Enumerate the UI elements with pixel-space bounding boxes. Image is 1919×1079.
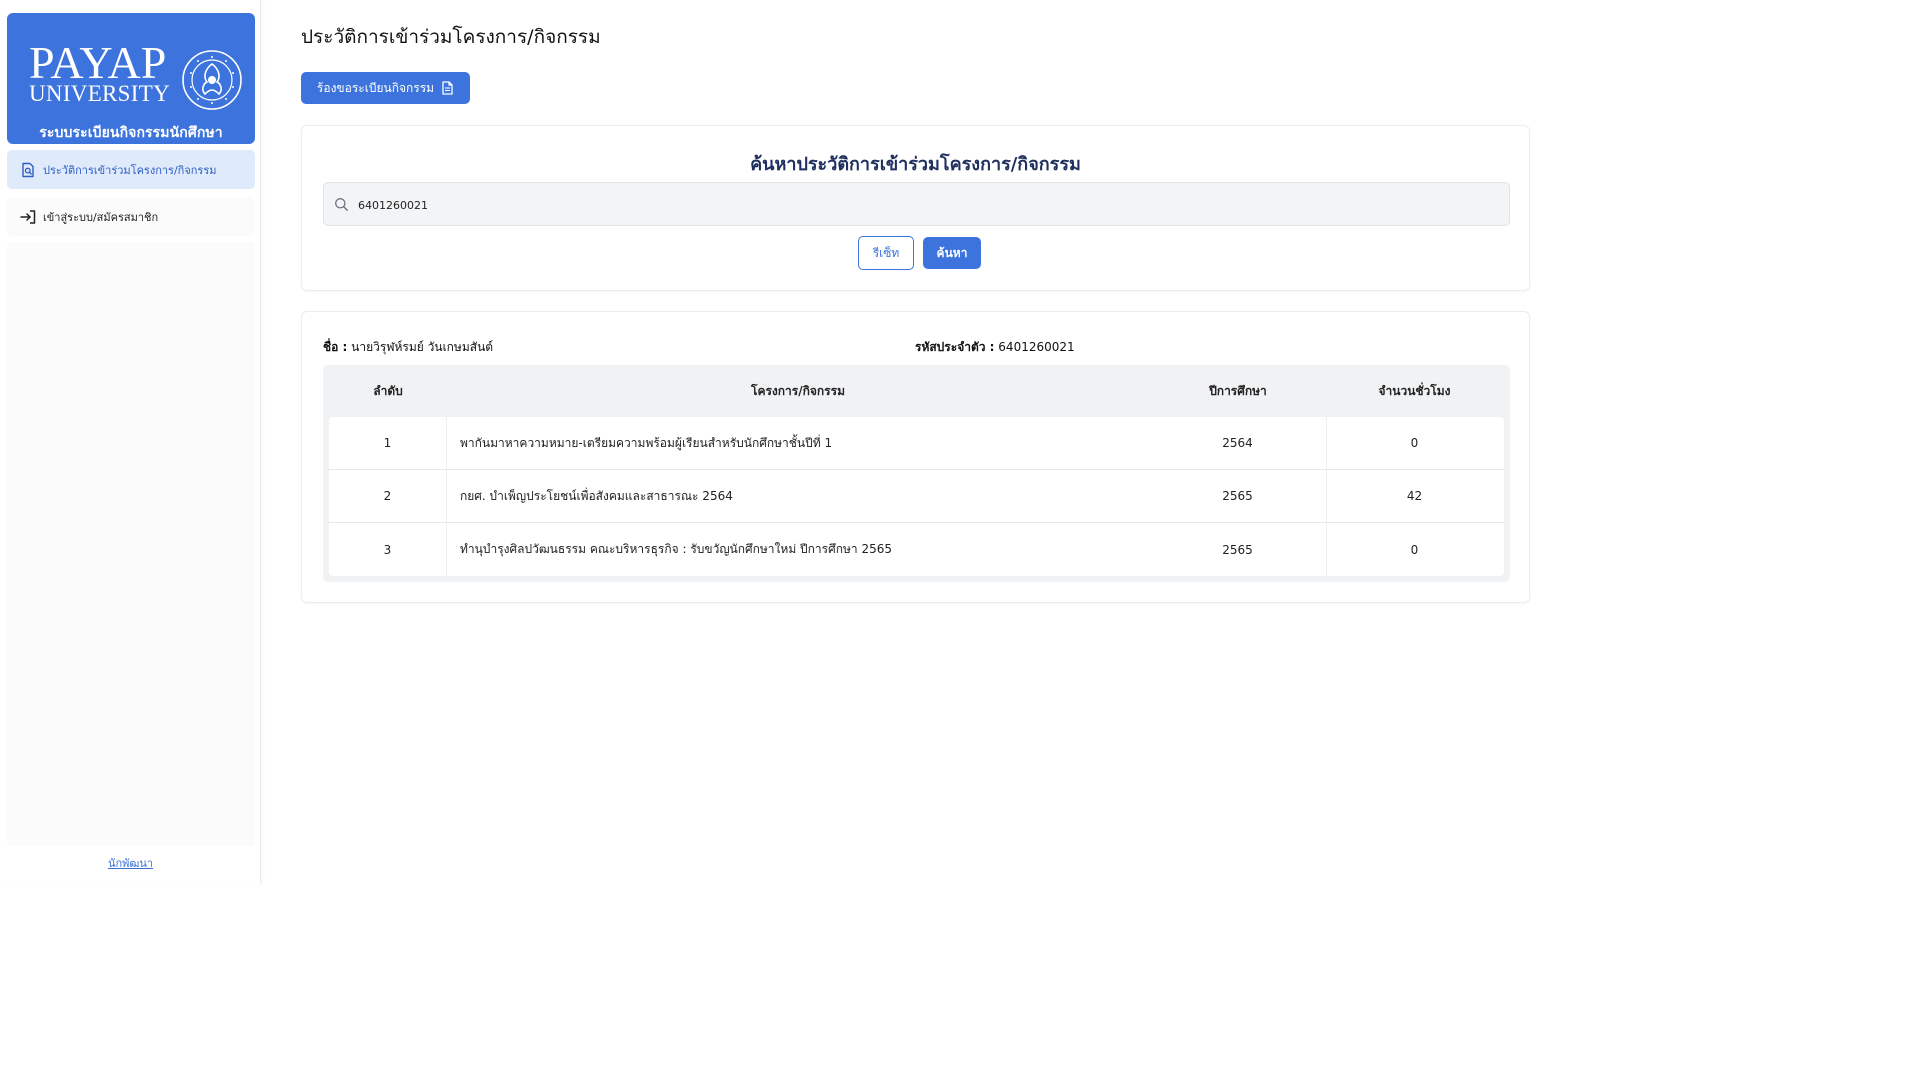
cell-hours: 42 — [1406, 489, 1423, 503]
student-id: รหัสประจำตัว : 6401260021 — [915, 338, 1075, 357]
sidebar: PAYAP UNIVERSITY ระบบระเบียนกิจกรรมนักศึ… — [0, 0, 261, 884]
page-title: ประวัติการเข้าร่วมโครงการ/กิจกรรม — [301, 26, 601, 48]
column-header-activity: โครงการ/กิจกรรม — [751, 383, 845, 398]
table-row: 1 พากันมาหาความหมาย-เตรียมความพร้อมผู้เร… — [329, 417, 1504, 470]
nav-item-label: เข้าสู่ระบบ/สมัครสมาชิก — [43, 210, 159, 224]
student-id-search-input[interactable] — [356, 191, 1496, 219]
table-row: 3 ทำนุบำรุงศิลปวัฒนธรรม คณะบริหารธุรกิจ … — [329, 523, 1504, 576]
search-button[interactable]: ค้นหา — [923, 237, 981, 269]
sidebar-empty-area — [7, 242, 255, 846]
column-header-year: ปีการศึกษา — [1209, 383, 1267, 398]
search-heading: ค้นหาประวัติการเข้าร่วมโครงการ/กิจกรรม — [750, 154, 1081, 175]
cell-hours: 0 — [1410, 436, 1419, 450]
developer-link[interactable]: นักพัฒนา — [0, 854, 261, 872]
logo-wordmark-line2: UNIVERSITY — [29, 81, 170, 106]
nav-item-login-register[interactable]: เข้าสู่ระบบ/สมัครสมาชิก — [7, 197, 255, 236]
document-icon — [442, 81, 453, 95]
cell-year: 2564 — [1149, 417, 1327, 469]
nav-item-activity-history[interactable]: ประวัติการเข้าร่วมโครงการ/กิจกรรม — [7, 150, 255, 189]
student-name: ชื่อ : นายวิรุฬห์รมย์ วันเกษมสันต์ — [323, 338, 493, 357]
search-document-icon — [19, 161, 37, 179]
brand-panel: PAYAP UNIVERSITY ระบบระเบียนกิจกรรมนักศึ… — [7, 13, 255, 144]
student-id-value: 6401260021 — [998, 340, 1075, 354]
university-seal-icon — [182, 50, 242, 110]
student-name-value: นายวิรุฬห์รมย์ วันเกษมสันต์ — [351, 340, 494, 354]
nav-item-label: ประวัติการเข้าร่วมโครงการ/กิจกรรม — [43, 163, 217, 177]
request-record-button[interactable]: ร้องขอระเบียนกิจกรรม — [301, 72, 470, 104]
cell-activity: ทำนุบำรุงศิลปวัฒนธรรม คณะบริหารธุรกิจ : … — [460, 542, 892, 556]
table-body: 1 พากันมาหาความหมาย-เตรียมความพร้อมผู้เร… — [329, 417, 1504, 576]
cell-no: 1 — [329, 417, 447, 469]
system-name: ระบบระเบียนกิจกรรมนักศึกษา — [39, 125, 223, 141]
search-box[interactable] — [323, 182, 1510, 226]
cell-year: 2565 — [1149, 470, 1327, 522]
column-header-hours: จำนวนชั่วโมง — [1378, 383, 1451, 398]
cell-hours: 0 — [1410, 542, 1419, 557]
cell-no: 3 — [329, 523, 447, 576]
column-header-no: ลำดับ — [373, 383, 403, 398]
student-id-label: รหัสประจำตัว : — [915, 340, 995, 354]
table-row: 2 กยศ. บำเพ็ญประโยชน์เพื่อสังคมและสาธารณ… — [329, 470, 1504, 523]
reset-button[interactable]: รีเซ็ท — [858, 236, 914, 270]
activity-table: ลำดับ โครงการ/กิจกรรม ปีการศึกษา จำนวนชั… — [323, 365, 1510, 582]
university-logo: PAYAP UNIVERSITY — [29, 37, 189, 106]
logo-wordmark-line1: PAYAP — [29, 37, 167, 88]
cell-year: 2565 — [1149, 523, 1327, 576]
login-icon — [19, 208, 37, 226]
search-card: ค้นหาประวัติการเข้าร่วมโครงการ/กิจกรรม ร… — [301, 125, 1530, 291]
request-record-button-label: ร้องขอระเบียนกิจกรรม — [316, 80, 435, 95]
table-header: ลำดับ โครงการ/กิจกรรม ปีการศึกษา จำนวนชั… — [329, 365, 1504, 417]
cell-activity: พากันมาหาความหมาย-เตรียมความพร้อมผู้เรีย… — [460, 435, 833, 450]
search-icon — [335, 198, 349, 212]
cell-activity: กยศ. บำเพ็ญประโยชน์เพื่อสังคมและสาธารณะ … — [460, 488, 733, 503]
result-card: ชื่อ : นายวิรุฬห์รมย์ วันเกษมสันต์ รหัสป… — [301, 311, 1530, 603]
cell-no: 2 — [329, 470, 447, 522]
student-name-label: ชื่อ : — [323, 340, 348, 354]
